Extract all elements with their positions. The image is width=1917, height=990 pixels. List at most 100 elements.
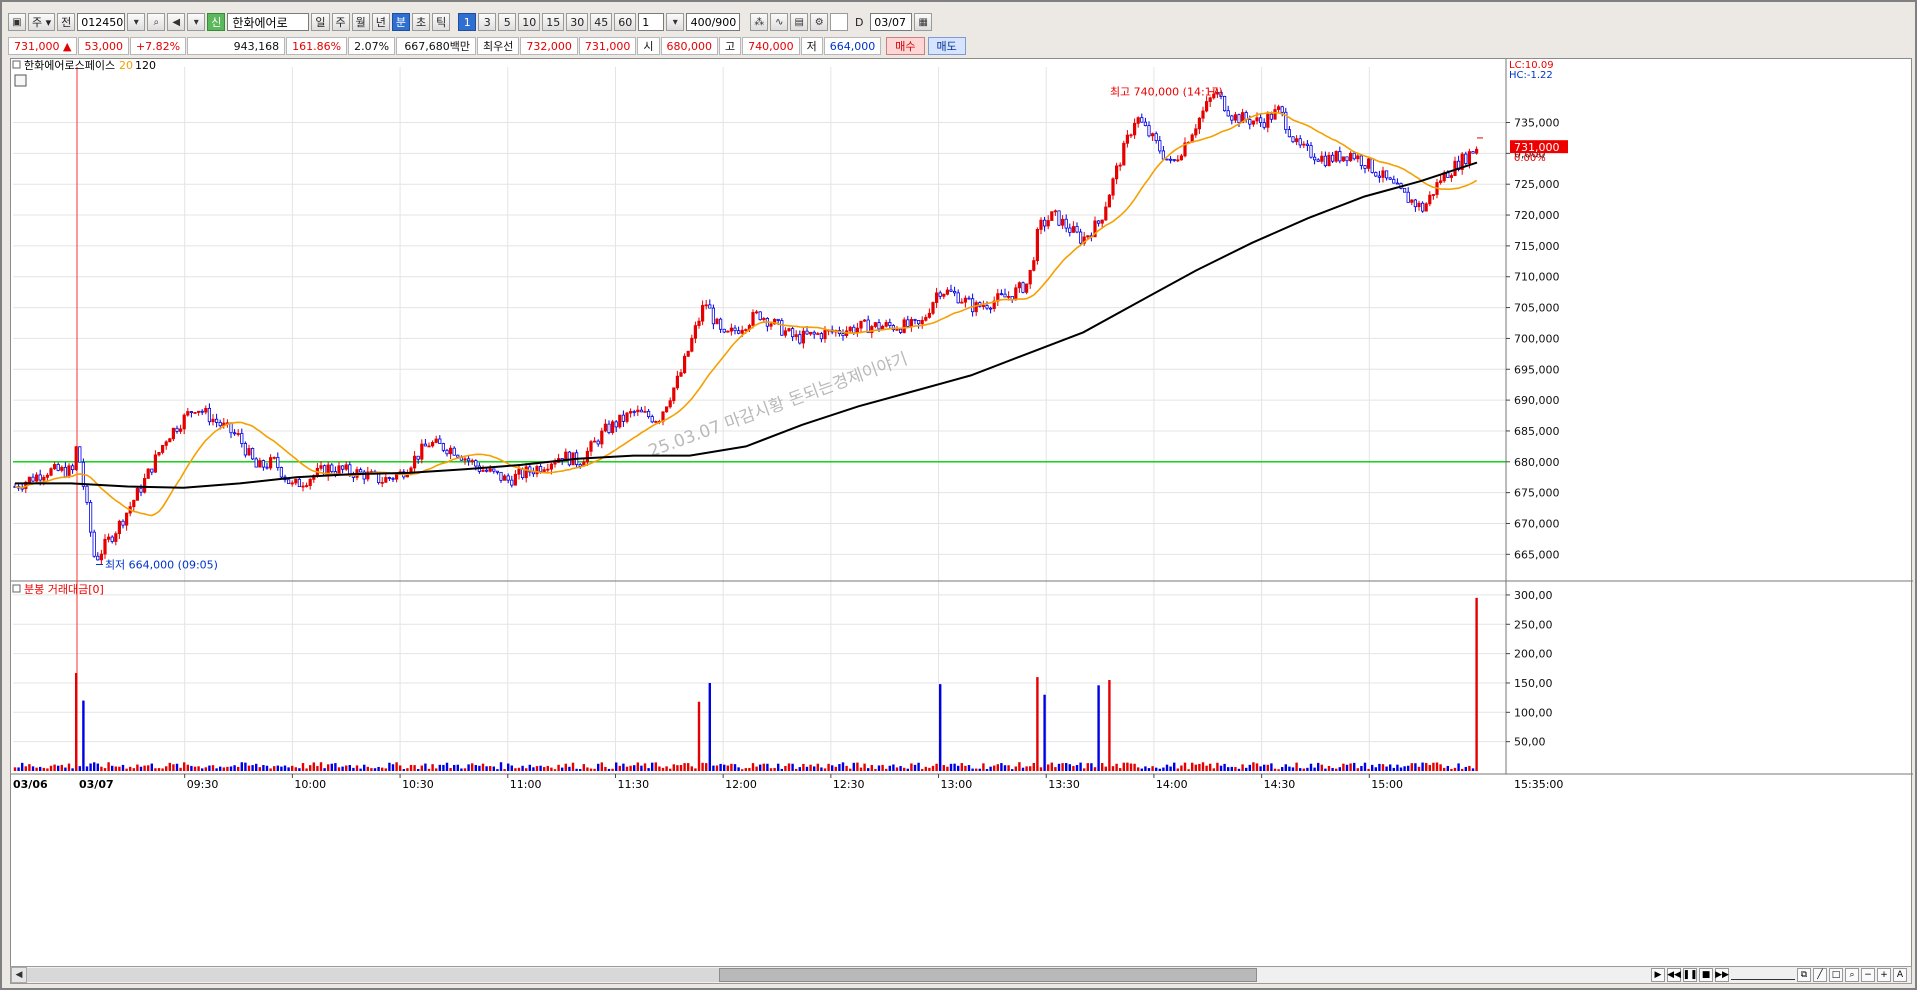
indicator-icon[interactable]: ⁂ (750, 13, 769, 31)
interval-10[interactable]: 10 (518, 13, 541, 31)
interval-15[interactable]: 15 (542, 13, 565, 31)
candle-body (1050, 211, 1054, 221)
candle-body (67, 465, 71, 478)
volume-bar (417, 768, 420, 771)
interval-60[interactable]: 60 (614, 13, 637, 31)
market-label[interactable]: 전 (57, 13, 76, 31)
text-icon[interactable]: A (1893, 968, 1907, 982)
interval-dropdown-icon[interactable]: ▾ (666, 13, 685, 31)
volume-bar (85, 766, 89, 771)
interval-45[interactable]: 45 (590, 13, 613, 31)
period-selector[interactable]: 주 ▾ (28, 13, 56, 31)
legend-collapse-icon[interactable] (12, 60, 21, 69)
volume-bar (1230, 766, 1233, 771)
legend-ma120: 120 (135, 59, 156, 72)
interval-3[interactable]: 3 (478, 13, 497, 31)
buy-button[interactable]: 매수 (886, 37, 925, 55)
candle-body (1413, 199, 1417, 208)
tab-day[interactable]: 일 (311, 13, 330, 31)
draw-icon[interactable]: ∿ (770, 13, 789, 31)
volume-bar (1039, 767, 1043, 771)
tab-second[interactable]: 초 (412, 13, 431, 31)
volume-bar (46, 768, 49, 771)
pause-icon[interactable]: ❚❚ (1682, 968, 1698, 982)
settings-icon[interactable]: ⚙ (810, 13, 829, 31)
sell-button[interactable]: 매도 (927, 37, 966, 55)
candle-body (211, 418, 215, 423)
scroll-left-icon[interactable]: ◀ (11, 967, 27, 983)
scroll-thumb[interactable] (719, 968, 1257, 982)
candle-body (1439, 180, 1443, 183)
date-input[interactable]: 03/07 (870, 13, 913, 31)
candle-body (1100, 219, 1104, 224)
stock-name-field: 한화에어로 (227, 13, 310, 31)
volume-bar (28, 764, 31, 771)
save-icon[interactable]: ▤ (790, 13, 809, 31)
candle-body (852, 326, 856, 334)
volume-bar (1252, 762, 1255, 771)
interval-1[interactable]: 1 (458, 13, 477, 31)
candle-body (539, 466, 543, 472)
stock-code-input[interactable]: 012450 (77, 13, 126, 31)
candle-body (935, 292, 939, 303)
play-icon[interactable]: ▶ (1651, 968, 1665, 982)
horizontal-scrollbar[interactable]: ◀ ▶ ◀◀ ❚❚ ■ ▶▶ ⧉ ╱ □ ⌕ − + A (10, 966, 1912, 984)
tab-minute[interactable]: 분 (391, 13, 411, 31)
stop-icon[interactable]: ■ (1699, 968, 1713, 982)
volume-bar (136, 764, 139, 771)
volume-bar (1284, 764, 1287, 771)
count-field[interactable]: 400/900 (686, 13, 741, 31)
box-icon[interactable]: □ (1829, 968, 1843, 982)
volume-bar (953, 763, 956, 771)
speed-slider[interactable] (1731, 970, 1795, 980)
volume-bar (1399, 767, 1403, 771)
volume-bar (600, 762, 603, 771)
volume-legend-collapse-icon[interactable] (12, 584, 21, 593)
tab-month[interactable]: 월 (351, 13, 370, 31)
interval-input[interactable]: 1 (638, 13, 665, 31)
plus-icon[interactable]: + (1877, 968, 1891, 982)
volume-bar (438, 764, 441, 771)
volume-bar (197, 766, 200, 771)
calendar-icon[interactable]: ▦ (914, 13, 933, 31)
sound-dropdown-icon[interactable]: ▾ (187, 13, 206, 31)
candle-body (701, 305, 705, 322)
volume-bar (1169, 766, 1172, 771)
volume-bar (1378, 763, 1381, 771)
volume-bar (517, 767, 521, 771)
grid-toggle-icon[interactable] (14, 74, 27, 87)
code-dropdown-icon[interactable]: ▾ (127, 13, 146, 31)
candle-body (358, 469, 363, 473)
window-icon[interactable]: ▣ (8, 13, 26, 31)
tab-tick[interactable]: 틱 (432, 13, 451, 31)
tab-week[interactable]: 주 (331, 13, 350, 31)
volume-bar (348, 765, 351, 771)
chart-area[interactable]: 25.03.07 마감시황 돈되는경제이야기 665,000 670,000 675… (10, 58, 1913, 969)
interval-30[interactable]: 30 (566, 13, 589, 31)
line-icon[interactable]: ╱ (1813, 968, 1827, 982)
rewind-icon[interactable]: ◀◀ (1667, 968, 1681, 982)
volume-bar (1007, 765, 1010, 771)
volume-bar (17, 767, 20, 771)
minus-icon[interactable]: − (1861, 968, 1875, 982)
search-icon[interactable]: ⌕ (147, 13, 166, 31)
copy-icon[interactable]: ⧉ (1797, 968, 1811, 982)
volume-bar (229, 766, 233, 771)
volume-bar (669, 768, 672, 771)
zoom-icon[interactable]: ⌕ (1845, 968, 1859, 982)
volume-bar (1396, 764, 1399, 771)
forward-icon[interactable]: ▶▶ (1715, 968, 1729, 982)
volume-bar (1255, 763, 1259, 771)
date-checkbox[interactable] (830, 13, 849, 31)
tab-year[interactable]: 년 (371, 13, 390, 31)
candle-body (1237, 114, 1241, 124)
sound-icon[interactable]: ◀ (167, 13, 186, 31)
chart-canvas[interactable]: 25.03.07 마감시황 돈되는경제이야기 665,000670,000675… (11, 59, 1913, 969)
candle-body (1302, 143, 1306, 146)
interval-5[interactable]: 5 (498, 13, 517, 31)
scroll-track[interactable] (27, 968, 719, 982)
volume-bar (960, 763, 963, 771)
volume-bar (1198, 763, 1201, 771)
volume-bar (1407, 765, 1410, 771)
candle-body (1255, 117, 1259, 122)
